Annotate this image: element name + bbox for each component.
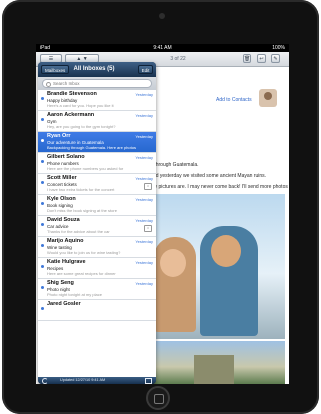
ruin-structure (194, 355, 234, 384)
message-sender: Katie Hulgrave (47, 259, 86, 265)
message-item-gilbert[interactable]: Gilbert Solano Yesterday Phone numbers H… (38, 153, 156, 174)
status-bar: iPad 9:41 AM 100% (36, 44, 289, 52)
message-sender: Ryan Orr (47, 133, 71, 139)
unread-dot (41, 118, 44, 121)
camera (159, 13, 165, 19)
unread-dot (41, 202, 44, 205)
unread-dot (41, 307, 44, 310)
message-preview: Here's a card for you. Hope you like it (47, 103, 114, 108)
screen: iPad 9:41 AM 100% ☰ ▲ ▼ 3 of 22 🗑 ↩ ✎ Ad… (36, 44, 289, 384)
popover-header: Mailboxes All Inboxes (5) Edit (38, 62, 156, 77)
compose-icon[interactable]: ✎ (271, 54, 280, 63)
message-sender: Gilbert Solano (47, 154, 85, 160)
search-icon (46, 82, 51, 87)
message-item-aaron[interactable]: Aaron Ackermann Yesterday Gym Hey, are y… (38, 111, 156, 132)
search-input[interactable] (53, 80, 149, 87)
message-preview: Photo night tonight at my place (47, 292, 102, 297)
message-time: Yesterday (135, 176, 153, 181)
refresh-icon[interactable] (42, 378, 48, 384)
reply-icon[interactable]: ↩ (257, 54, 266, 63)
message-preview: Here are the phone numbers you asked for (47, 166, 124, 171)
attachment-icon: ⌂ (144, 183, 152, 190)
message-preview: Backpacking through Guatemala. Here are … (47, 145, 136, 150)
message-sender: David Souza (47, 217, 80, 223)
message-time: Yesterday (135, 113, 153, 118)
edit-button[interactable]: Edit (138, 65, 153, 74)
message-sender: Shig Seng (47, 280, 74, 286)
message-sender: Aaron Ackermann (47, 112, 95, 118)
message-time: Yesterday (135, 260, 153, 265)
unread-dot (41, 223, 44, 226)
message-item-marijo[interactable]: Marijo Aquino Yesterday Wine tasting Wou… (38, 237, 156, 258)
message-sender: Scott Miller (47, 175, 77, 181)
message-time: Yesterday (135, 197, 153, 202)
unread-dot (41, 139, 44, 142)
message-item-shig[interactable]: Shig Seng Yesterday Photo night Photo ni… (38, 279, 156, 300)
trash-icon[interactable]: 🗑 (243, 54, 251, 63)
message-item-katie[interactable]: Katie Hulgrave Yesterday Recipes Here ar… (38, 258, 156, 279)
status-time: 9:41 AM (153, 45, 172, 51)
unread-dot (41, 97, 44, 100)
message-item-kyle[interactable]: Kyle Olson Yesterday Book signing Don't … (38, 195, 156, 216)
inbox-popover: Mailboxes All Inboxes (5) Edit Brandie S… (38, 62, 156, 384)
message-preview: Here are some great recipes for dinner (47, 271, 116, 276)
inbox-title: All Inboxes (5) (73, 66, 115, 72)
message-item-ryan-selected[interactable]: Ryan Orr Yesterday Our adventure in Guat… (38, 132, 156, 153)
search-box[interactable] (42, 79, 152, 88)
message-sender: Brandie Stevenson (47, 91, 97, 97)
message-time: Yesterday (135, 92, 153, 97)
message-time: Yesterday (135, 155, 153, 160)
message-preview: Don't miss the book signing at the store (47, 208, 117, 213)
attachment-icon: ⌂ (144, 225, 152, 232)
message-sender: Kyle Olson (47, 196, 76, 202)
message-preview: Hey, are you going to the gym tonight? (47, 124, 116, 129)
message-time: Yesterday (135, 134, 153, 139)
message-item-scott[interactable]: Scott Miller Yesterday Concert tickets I… (38, 174, 156, 195)
message-line-3: ...ary pictures are. I may never come ba… (146, 184, 288, 190)
message-sender: Jared Gosler (47, 301, 81, 307)
unread-dot (41, 181, 44, 184)
photo-face-left (160, 249, 186, 277)
message-time: Yesterday (135, 239, 153, 244)
attached-photo-ruins[interactable] (146, 341, 285, 384)
photo-face-right (211, 235, 241, 267)
battery-indicator: 100% (272, 45, 285, 51)
message-item-brandie[interactable]: Brandie Stevenson Yesterday Happy birthd… (38, 90, 156, 111)
ipad-device: iPad 9:41 AM 100% ☰ ▲ ▼ 3 of 22 🗑 ↩ ✎ Ad… (2, 0, 319, 414)
unread-dot (41, 286, 44, 289)
mailboxes-back-button[interactable]: Mailboxes (41, 65, 70, 74)
message-preview: Thanks for the advice about the car (47, 229, 110, 234)
popover-footer: Updated 12/27/10 9:41 AM (38, 377, 156, 384)
search-bar (38, 77, 156, 90)
message-sender: Marijo Aquino (47, 238, 84, 244)
unread-dot (41, 244, 44, 247)
add-contact-link[interactable]: Add to Contacts (216, 97, 252, 103)
home-button[interactable] (146, 386, 170, 410)
unread-dot (41, 160, 44, 163)
unread-dot (41, 265, 44, 268)
contact-avatar (259, 89, 277, 107)
message-time: Yesterday (135, 218, 153, 223)
compose-icon[interactable] (145, 378, 152, 384)
message-time: Yesterday (135, 281, 153, 286)
message-counter: 3 of 22 (170, 56, 186, 62)
message-item-jared[interactable]: Jared Gosler (38, 300, 156, 321)
updated-status: Updated 12/27/10 9:41 AM (60, 378, 106, 382)
message-list: Brandie Stevenson Yesterday Happy birthd… (38, 90, 156, 377)
message-item-david[interactable]: David Souza Yesterday Car advice Thanks … (38, 216, 156, 237)
attached-photo-couple[interactable] (146, 194, 285, 339)
message-preview: Would you like to join us for wine tasti… (47, 250, 121, 255)
message-preview: I have two extra tickets for the concert (47, 187, 115, 192)
message-line-2: ...and yesterday we visited some ancient… (146, 173, 267, 179)
